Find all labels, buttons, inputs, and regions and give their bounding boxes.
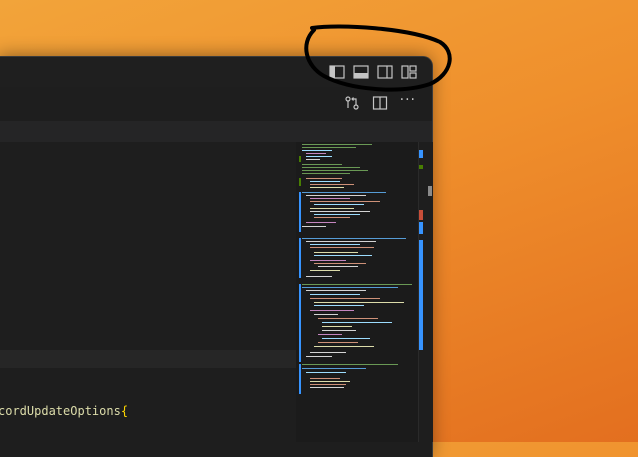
breadcrumb-bar (0, 121, 432, 143)
minimap-lines (302, 144, 412, 388)
source-control-compare-icon[interactable] (344, 95, 360, 111)
split-editor-icon[interactable] (372, 95, 388, 111)
overview-ruler-mark (419, 165, 423, 169)
editor-actions: ··· (344, 93, 416, 111)
minimap[interactable] (296, 142, 418, 442)
hand-drawn-circle-annotation (304, 24, 452, 92)
code-line: cordUpdateOptions{ (0, 404, 128, 418)
code-editor[interactable]: cordUpdateOptions{ (0, 142, 296, 456)
overview-ruler-mark (419, 150, 423, 158)
ellipsis-icon[interactable]: ··· (400, 93, 416, 107)
overview-ruler-mark (419, 222, 423, 234)
tab-bar: ··· (0, 87, 432, 121)
scrollbar-thumb[interactable] (428, 186, 432, 196)
open-brace: { (120, 404, 129, 418)
git-change-markers (299, 156, 301, 394)
overview-ruler-mark (419, 210, 423, 220)
function-name: cordUpdateOptions (0, 404, 121, 418)
current-line-highlight (0, 350, 296, 368)
overview-ruler-mark (419, 240, 423, 350)
